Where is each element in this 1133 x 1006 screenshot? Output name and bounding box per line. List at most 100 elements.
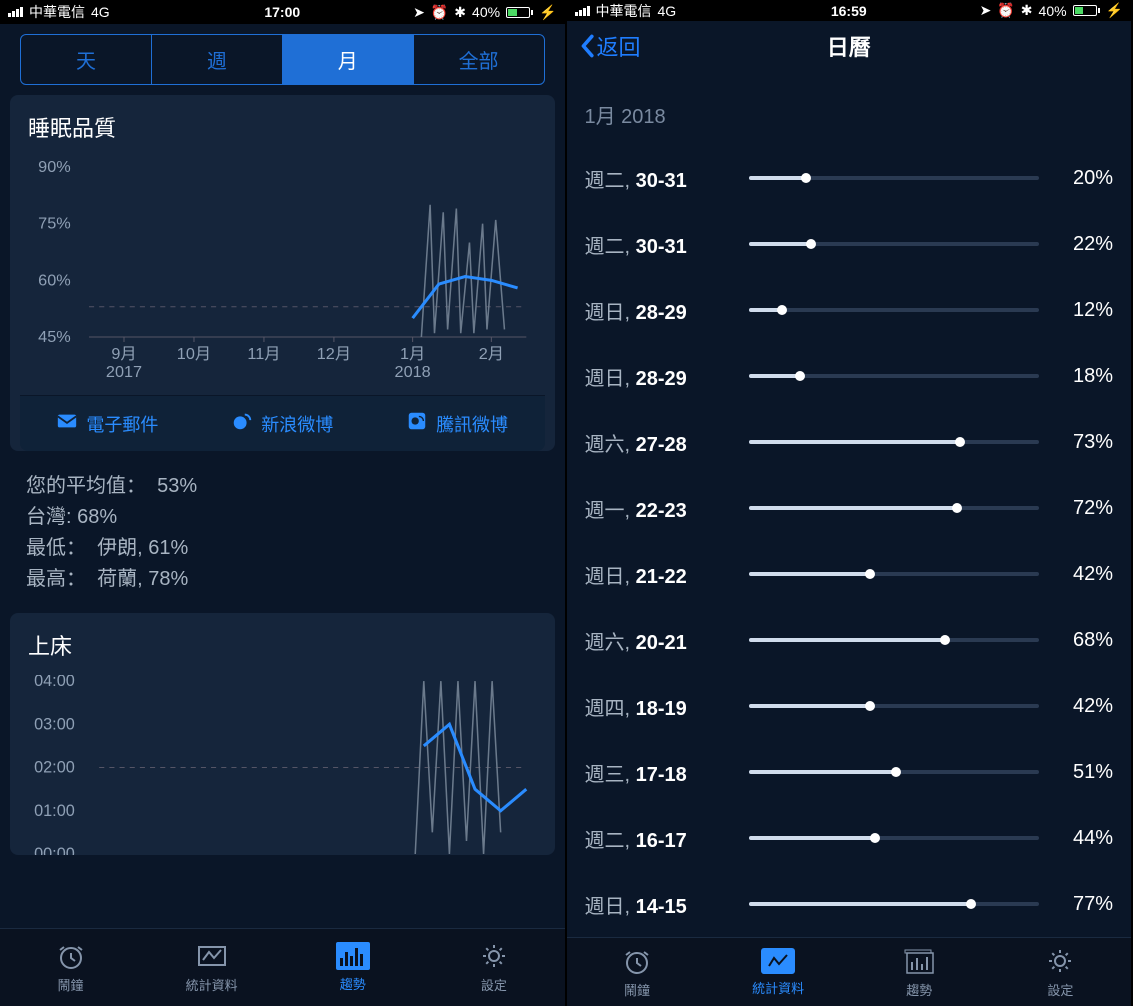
low-label: 最低： <box>26 537 86 559</box>
progress-fill <box>749 704 871 708</box>
row-label: 週一, 22-23 <box>585 494 735 523</box>
card-title: 睡眠品質 <box>28 111 537 143</box>
row-percent: 51% <box>1053 761 1113 784</box>
calendar-row[interactable]: 週二, 16-17 44% <box>585 805 1114 871</box>
tab-settings[interactable]: 設定 <box>423 929 564 1006</box>
progress-fill <box>749 374 801 378</box>
email-icon <box>56 410 78 437</box>
high-value: 荷蘭, 78% <box>97 568 188 590</box>
row-percent: 42% <box>1053 563 1113 586</box>
row-label: 週日, 28-29 <box>585 296 735 325</box>
tab-label: 趨勢 <box>906 980 932 999</box>
row-label: 週二, 30-31 <box>585 230 735 259</box>
calendar-row[interactable]: 週日, 21-22 42% <box>585 541 1114 607</box>
row-label: 週二, 30-31 <box>585 164 735 193</box>
scroll-area[interactable]: 睡眠品質 90%75%60%45%9月201710月11月12月1月20182月… <box>0 95 565 928</box>
segment-day[interactable]: 天 <box>21 35 152 84</box>
row-label: 週三, 17-18 <box>585 758 735 787</box>
svg-text:9月: 9月 <box>111 345 136 363</box>
segment-month[interactable]: 月 <box>283 35 414 84</box>
svg-text:10月: 10月 <box>177 345 211 363</box>
calendar-row[interactable]: 週日, 28-29 12% <box>585 277 1114 343</box>
nav-title: 日曆 <box>567 30 1132 62</box>
row-percent: 73% <box>1053 431 1113 454</box>
tab-settings[interactable]: 設定 <box>990 938 1131 1006</box>
share-row: 電子郵件 新浪微博 騰訊微博 <box>20 395 545 451</box>
tab-label: 趨勢 <box>340 974 366 993</box>
row-percent: 20% <box>1053 167 1113 190</box>
row-percent: 44% <box>1053 827 1113 850</box>
tab-bar: 鬧鐘 統計資料 趨勢 設定 <box>567 937 1132 1006</box>
settings-icon <box>1043 946 1077 976</box>
tab-label: 鬧鐘 <box>624 980 650 999</box>
tencent-icon <box>406 410 428 437</box>
progress-fill <box>749 176 807 180</box>
calendar-row[interactable]: 週三, 17-18 51% <box>585 739 1114 805</box>
row-percent: 77% <box>1053 893 1113 916</box>
progress-track <box>749 704 1040 708</box>
row-percent: 22% <box>1053 233 1113 256</box>
alarm-icon <box>620 946 654 976</box>
share-label: 新浪微博 <box>261 411 333 437</box>
tab-label: 統計資料 <box>186 975 238 994</box>
avg-value: 53% <box>157 475 197 497</box>
low-value: 伊朗, 61% <box>97 537 188 559</box>
tab-label: 鬧鐘 <box>58 975 84 994</box>
svg-text:2017: 2017 <box>106 363 142 377</box>
share-sina-button[interactable]: 新浪微博 <box>195 396 370 451</box>
tab-trends[interactable]: 趨勢 <box>849 938 990 1006</box>
phone-right: 中華電信 4G 16:59 ➤ ⏰ ✱ 40% ⚡ 返回 日曆 1月 2018 … <box>567 0 1133 1006</box>
svg-text:60%: 60% <box>38 271 71 289</box>
range-segment: 天週月全部 <box>20 34 545 85</box>
progress-fill <box>749 902 973 906</box>
svg-text:45%: 45% <box>38 328 71 346</box>
alarm-icon <box>54 941 88 971</box>
trends-icon <box>902 946 936 976</box>
tab-label: 統計資料 <box>752 978 804 997</box>
nav-header: 返回 日曆 <box>567 21 1132 70</box>
tab-alarm[interactable]: 鬧鐘 <box>0 929 141 1006</box>
row-label: 週二, 16-17 <box>585 824 735 853</box>
progress-track <box>749 506 1040 510</box>
progress-track <box>749 440 1040 444</box>
calendar-row[interactable]: 週六, 20-21 68% <box>585 607 1114 673</box>
tab-stats[interactable]: 統計資料 <box>141 929 282 1006</box>
segment-week[interactable]: 週 <box>152 35 283 84</box>
share-tencent-button[interactable]: 騰訊微博 <box>370 396 545 451</box>
progress-fill <box>749 308 784 312</box>
calendar-row[interactable]: 週二, 30-31 22% <box>585 211 1114 277</box>
row-label: 週六, 20-21 <box>585 626 735 655</box>
status-bar: 中華電信 4G 16:59 ➤ ⏰ ✱ 40% ⚡ <box>567 0 1132 21</box>
calendar-row[interactable]: 週二, 30-31 20% <box>585 145 1114 211</box>
calendar-row[interactable]: 週四, 18-19 42% <box>585 673 1114 739</box>
row-label: 週日, 14-15 <box>585 890 735 919</box>
tab-stats[interactable]: 統計資料 <box>708 938 849 1006</box>
calendar-row[interactable]: 週日, 28-29 18% <box>585 343 1114 409</box>
tab-alarm[interactable]: 鬧鐘 <box>567 938 708 1006</box>
progress-fill <box>749 770 897 774</box>
progress-track <box>749 836 1040 840</box>
calendar-row[interactable]: 週一, 22-23 72% <box>585 475 1114 541</box>
calendar-list[interactable]: 週二, 30-31 20% 週二, 30-31 22% 週日, 28-29 12… <box>567 145 1132 937</box>
tab-trends[interactable]: 趨勢 <box>282 929 423 1006</box>
progress-fill <box>749 836 877 840</box>
tab-bar: 鬧鐘 統計資料 趨勢 設定 <box>0 928 565 1006</box>
settings-icon <box>477 941 511 971</box>
segment-all[interactable]: 全部 <box>414 35 544 84</box>
share-label: 電子郵件 <box>86 411 158 437</box>
calendar-row[interactable]: 週六, 27-28 73% <box>585 409 1114 475</box>
calendar-row[interactable]: 週日, 14-15 77% <box>585 871 1114 937</box>
section-header: 1月 2018 <box>567 70 1132 145</box>
row-label: 週日, 21-22 <box>585 560 735 589</box>
share-email-button[interactable]: 電子郵件 <box>20 396 195 451</box>
bedtime-chart: 04:0003:0002:0001:0000:00 <box>28 675 537 855</box>
sleep-quality-card: 睡眠品質 90%75%60%45%9月201710月11月12月1月20182月… <box>10 95 555 451</box>
card-title: 上床 <box>28 629 537 661</box>
svg-text:11月: 11月 <box>247 345 280 363</box>
progress-track <box>749 572 1040 576</box>
stats-icon <box>195 941 229 971</box>
svg-text:04:00: 04:00 <box>34 675 75 690</box>
trends-icon <box>336 942 370 970</box>
progress-track <box>749 638 1040 642</box>
row-label: 週六, 27-28 <box>585 428 735 457</box>
